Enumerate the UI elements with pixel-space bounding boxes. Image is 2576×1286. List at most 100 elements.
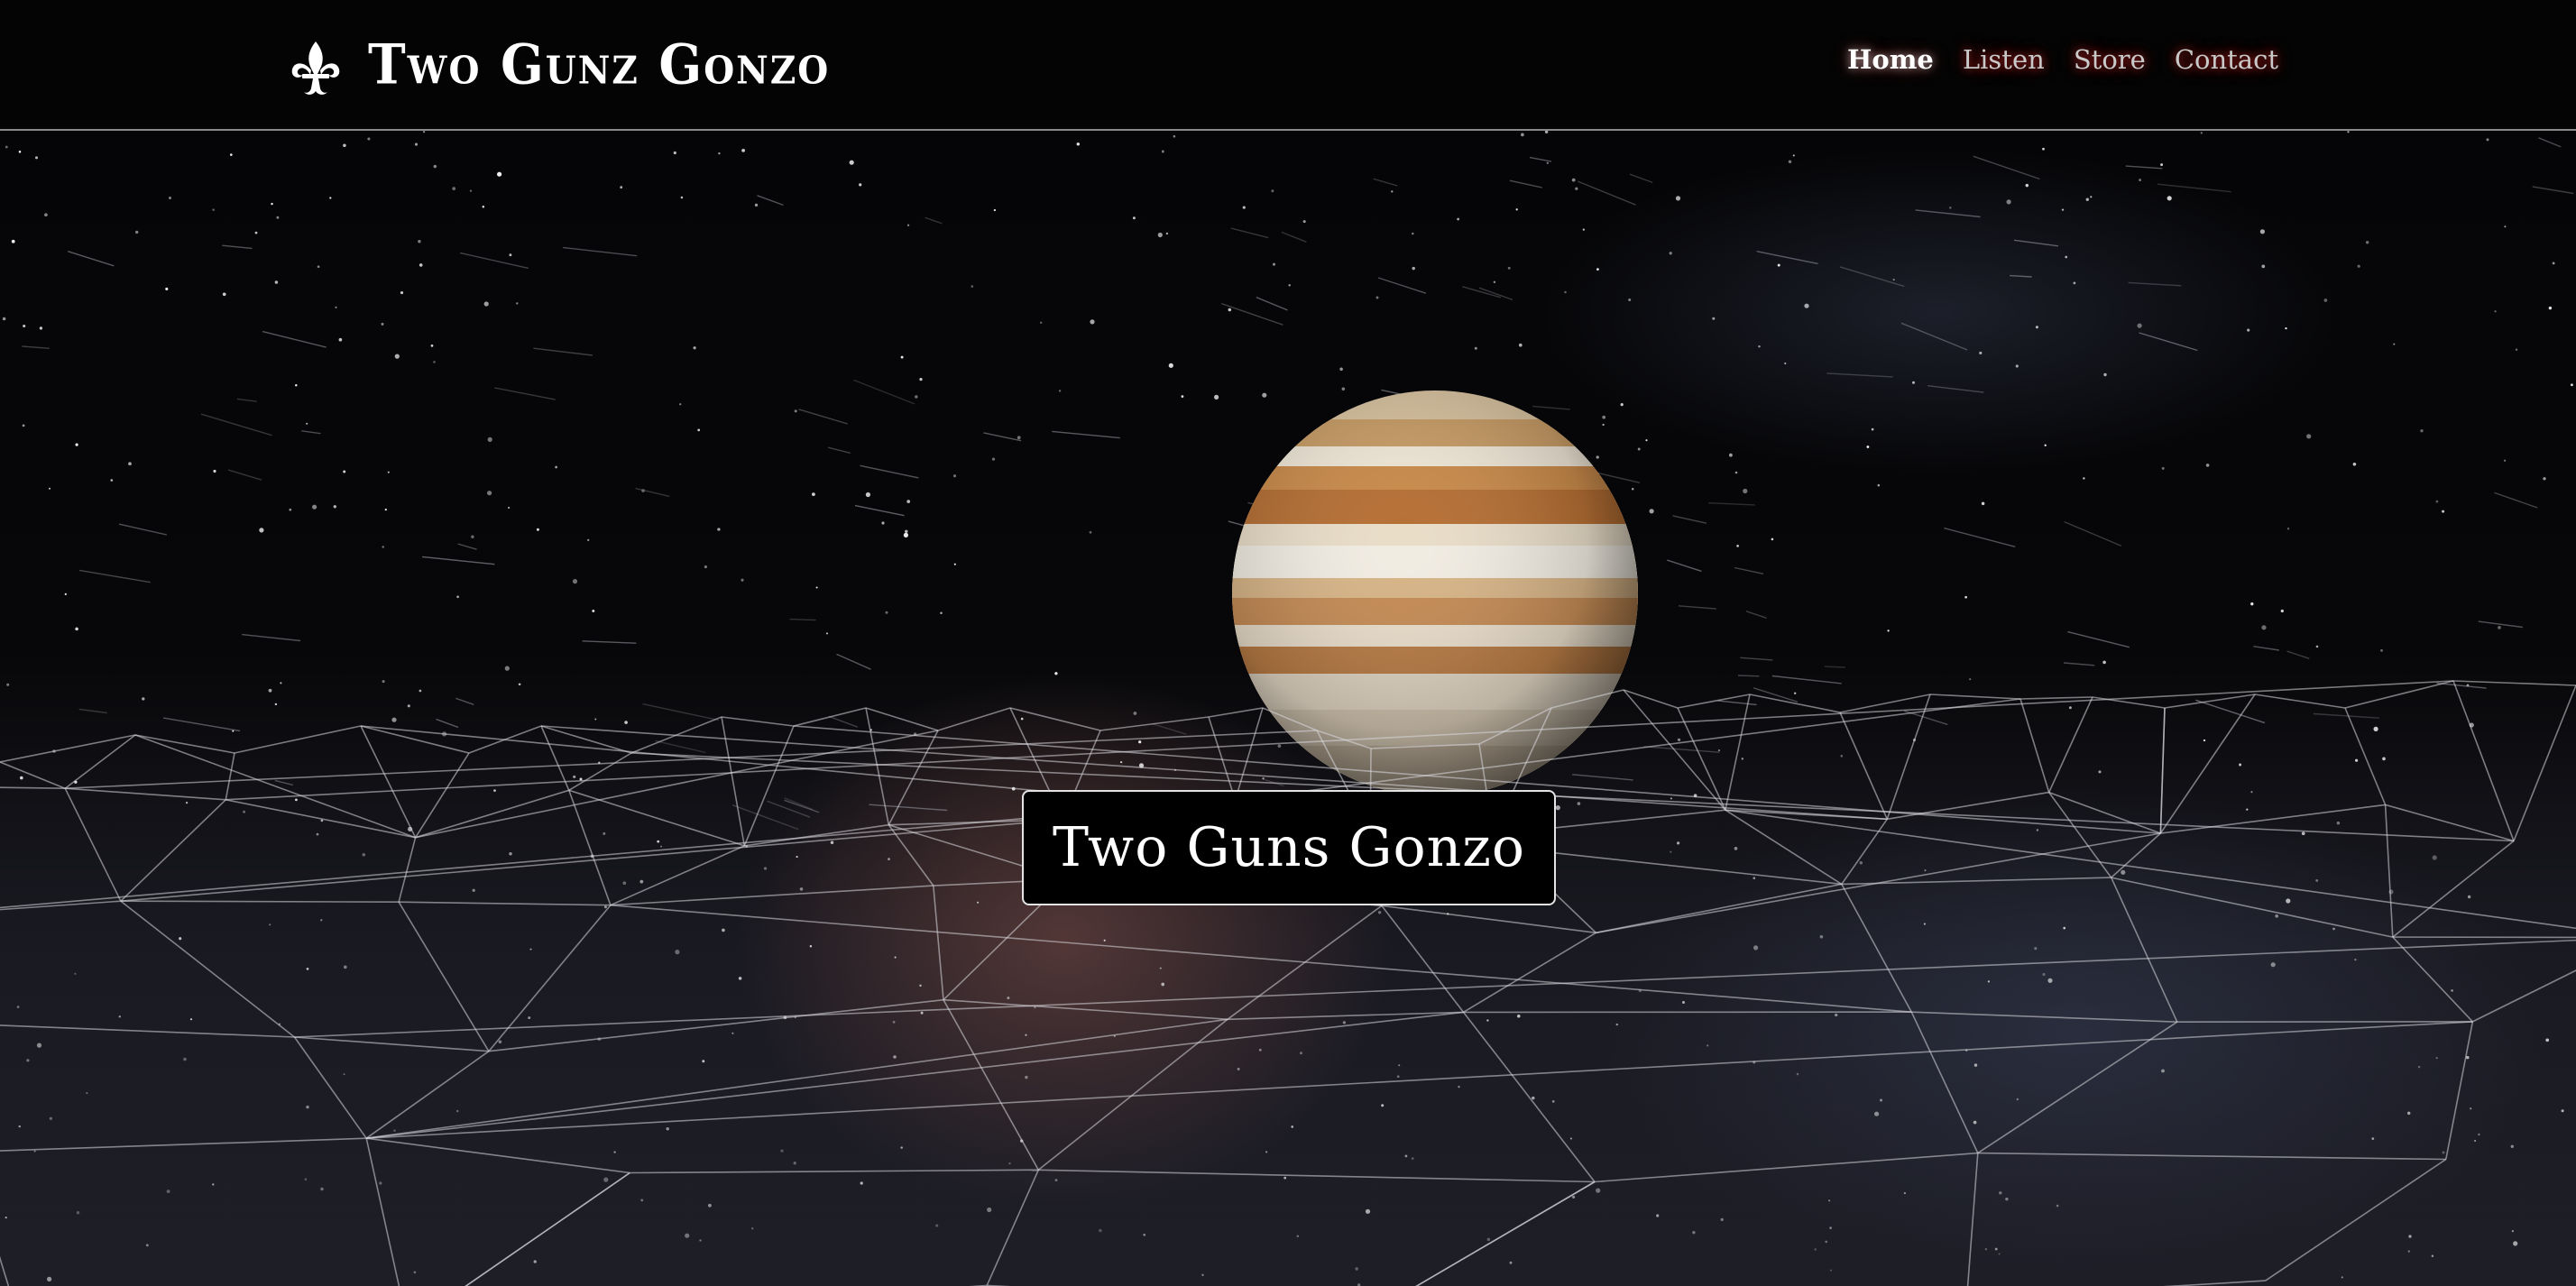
- star: [2025, 183, 2029, 188]
- star: [367, 137, 371, 141]
- star: [1493, 280, 1496, 284]
- star: [1871, 427, 1874, 431]
- main-nav: Home Listen Store Contact: [1847, 40, 2278, 79]
- star: [128, 462, 132, 466]
- star-streak: [222, 244, 253, 250]
- star: [1518, 343, 1523, 347]
- star: [306, 422, 308, 425]
- star-streak: [2067, 630, 2130, 648]
- star: [572, 579, 578, 584]
- brand-logo-link[interactable]: Two Gunz Gonzo: [287, 20, 830, 110]
- star-streak: [757, 195, 784, 207]
- star: [1271, 189, 1274, 193]
- star-streak: [78, 569, 151, 583]
- star-streak: [582, 640, 637, 644]
- star: [1675, 196, 1681, 201]
- star-streak: [162, 717, 241, 732]
- star: [1412, 266, 1415, 271]
- star: [2543, 477, 2546, 481]
- star: [741, 149, 745, 152]
- star: [2504, 225, 2507, 228]
- star-streak: [2125, 165, 2163, 170]
- star-streak: [67, 251, 115, 267]
- star-streak: [1915, 209, 1981, 218]
- star: [693, 346, 696, 350]
- star-streak: [533, 347, 593, 356]
- star: [11, 239, 15, 243]
- star: [2306, 434, 2312, 439]
- star: [229, 153, 233, 156]
- star: [536, 528, 539, 531]
- star: [905, 529, 908, 534]
- star: [2250, 602, 2254, 606]
- star: [259, 528, 264, 533]
- star: [2044, 444, 2047, 446]
- star-streak: [1771, 675, 1842, 684]
- star: [1157, 232, 1163, 238]
- star: [338, 337, 343, 342]
- star: [1181, 395, 1184, 398]
- star-streak: [1529, 156, 1552, 162]
- star: [1792, 154, 1795, 157]
- star: [594, 718, 597, 721]
- star: [754, 203, 759, 207]
- star: [1564, 290, 1567, 294]
- star: [2167, 196, 2172, 201]
- star: [274, 280, 279, 284]
- nav-link-contact[interactable]: Contact: [2175, 40, 2278, 79]
- star: [1866, 446, 1870, 448]
- star: [135, 230, 139, 234]
- star: [1645, 439, 1648, 442]
- star: [2073, 281, 2076, 285]
- star: [75, 627, 78, 631]
- star: [2015, 364, 2019, 368]
- star: [2285, 326, 2287, 330]
- star: [64, 592, 67, 596]
- star-streak: [635, 487, 670, 498]
- star: [1602, 415, 1606, 419]
- star: [704, 565, 707, 569]
- star: [1979, 351, 1983, 354]
- star: [212, 208, 215, 211]
- star-streak: [2013, 239, 2059, 247]
- star-streak: [983, 432, 1022, 442]
- star-streak: [2538, 137, 2562, 148]
- star-streak: [1532, 405, 1570, 410]
- star: [48, 487, 51, 490]
- star-streak: [227, 469, 262, 481]
- star: [2, 317, 6, 321]
- nav-link-listen[interactable]: Listen: [1963, 40, 2045, 79]
- star: [1969, 678, 1972, 681]
- star-streak: [236, 398, 257, 402]
- star: [497, 171, 502, 177]
- star-streak: [1737, 675, 1760, 677]
- star: [1546, 161, 1549, 164]
- star: [1391, 190, 1394, 193]
- star: [1758, 344, 1761, 348]
- star: [433, 361, 436, 363]
- nav-link-store[interactable]: Store: [2074, 40, 2146, 79]
- star: [1076, 142, 1081, 146]
- star: [2442, 510, 2445, 513]
- star-streak: [2139, 332, 2198, 352]
- star: [825, 632, 829, 635]
- star: [1784, 362, 1787, 365]
- star: [717, 528, 721, 531]
- star: [1649, 509, 1654, 514]
- star: [1457, 217, 1459, 221]
- star: [1631, 488, 1634, 491]
- star: [1288, 284, 1291, 287]
- star: [741, 578, 744, 582]
- star: [2261, 625, 2267, 630]
- star: [812, 492, 815, 496]
- star-streak: [1944, 527, 2016, 547]
- star: [1777, 263, 1780, 267]
- nav-link-home[interactable]: Home: [1847, 40, 1934, 79]
- star-streak: [1826, 372, 1893, 378]
- star: [419, 689, 422, 693]
- star-streak: [1256, 297, 1288, 311]
- star: [471, 535, 474, 539]
- star: [2380, 648, 2383, 652]
- star: [452, 187, 456, 190]
- star-streak: [2253, 646, 2279, 651]
